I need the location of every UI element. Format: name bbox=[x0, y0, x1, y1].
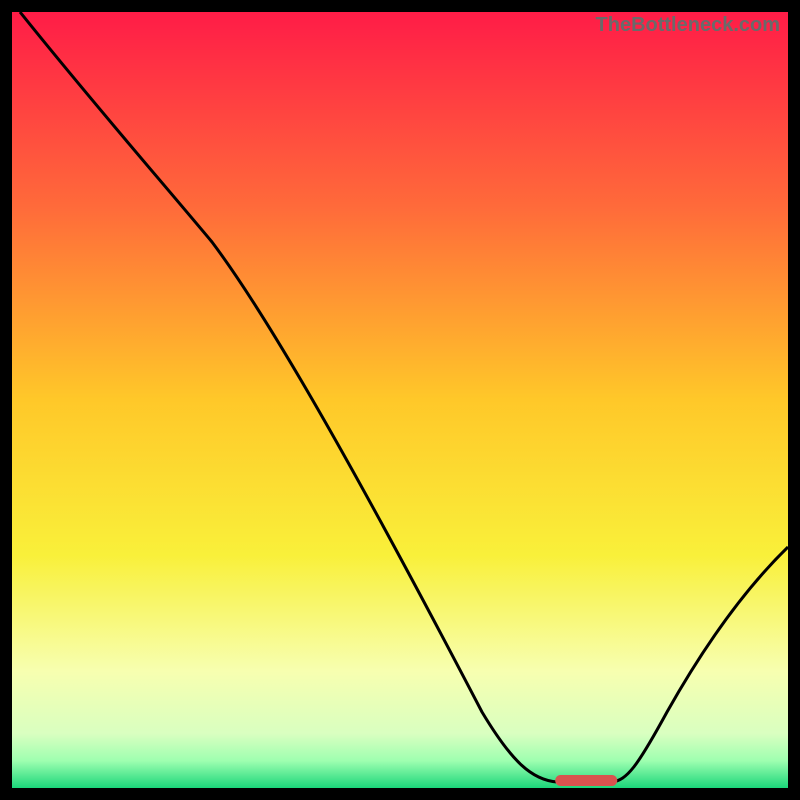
watermark-text: TheBottleneck.com bbox=[596, 14, 780, 37]
chart-background bbox=[12, 12, 788, 788]
chart-svg bbox=[12, 12, 788, 788]
chart-plot-area bbox=[12, 12, 788, 788]
target-marker bbox=[555, 775, 617, 786]
